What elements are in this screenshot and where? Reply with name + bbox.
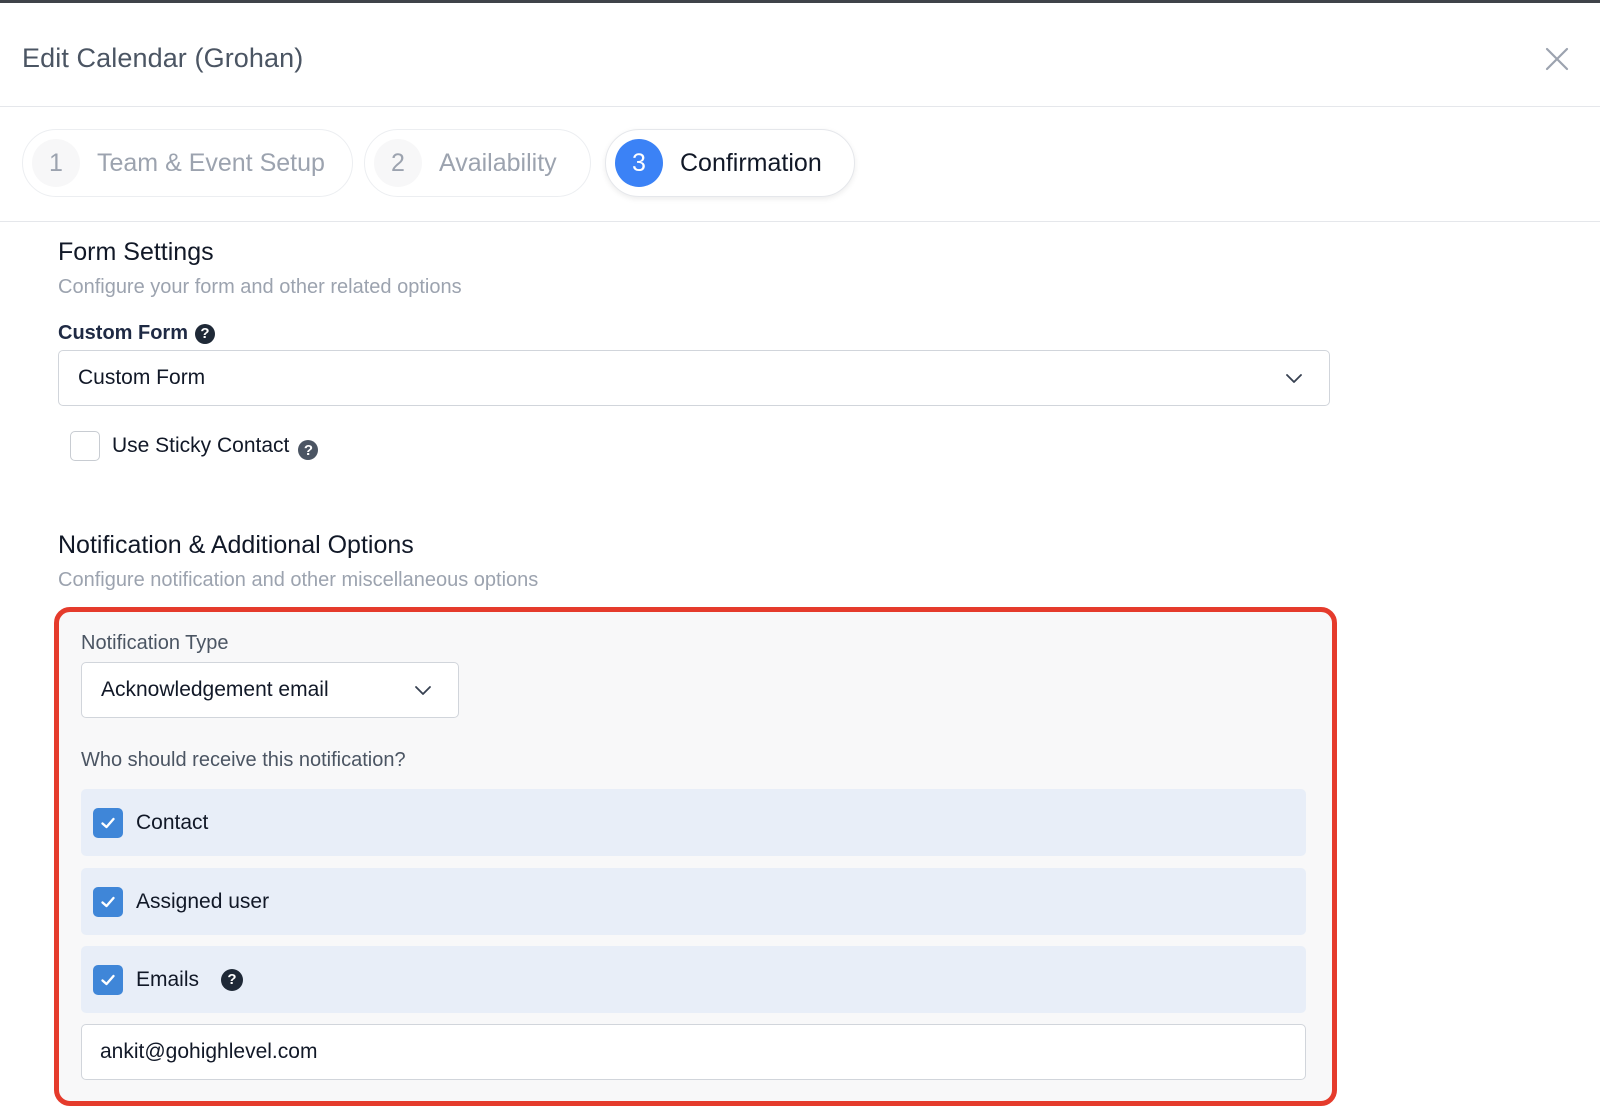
wizard-steps: 1 Team & Event Setup 2 Availability 3 Co… — [0, 108, 1600, 222]
check-icon — [101, 817, 115, 828]
checkbox-checked[interactable] — [93, 807, 123, 838]
sticky-contact-label: Use Sticky Contact — [112, 434, 290, 457]
modal-header: Edit Calendar (Grohan) — [0, 3, 1600, 107]
custom-form-label: Custom Form ? — [58, 322, 215, 345]
recipient-emails-row[interactable]: Emails ? — [81, 946, 1306, 1013]
notification-options-box: Notification Type Acknowledgement email … — [54, 607, 1337, 1106]
form-settings-subtitle: Configure your form and other related op… — [58, 276, 462, 298]
checkbox-checked[interactable] — [93, 964, 123, 995]
chevron-down-icon — [415, 686, 431, 695]
question-circle-icon[interactable]: ? — [298, 440, 319, 460]
recipient-label: Contact — [136, 810, 209, 834]
recipient-contact-row[interactable]: Contact — [81, 789, 1306, 856]
custom-form-select[interactable]: Custom Form — [58, 350, 1330, 406]
close-icon[interactable] — [1543, 45, 1571, 73]
step-availability[interactable]: 2 Availability — [364, 129, 591, 197]
notification-subtitle: Configure notification and other miscell… — [58, 569, 539, 591]
checkbox-checked[interactable] — [93, 886, 123, 917]
sticky-contact-checkbox[interactable] — [70, 431, 100, 461]
step-team-event-setup[interactable]: 1 Team & Event Setup — [22, 129, 353, 197]
notification-title: Notification & Additional Options — [58, 531, 414, 559]
modal-title: Edit Calendar (Grohan) — [22, 43, 304, 73]
custom-form-label-text: Custom Form — [58, 322, 188, 344]
recipient-assigned-user-row[interactable]: Assigned user — [81, 868, 1306, 935]
notification-type-value: Acknowledgement email — [101, 678, 329, 701]
step-confirmation[interactable]: 3 Confirmation — [605, 129, 855, 197]
chevron-down-icon — [1286, 374, 1302, 383]
recipients-label: Who should receive this notification? — [81, 749, 406, 771]
step-number: 1 — [32, 139, 80, 187]
question-circle-icon[interactable]: ? — [221, 968, 244, 991]
recipient-label: Emails — [136, 967, 200, 991]
question-circle-icon[interactable]: ? — [195, 323, 215, 344]
step-label: Availability — [439, 148, 557, 177]
recipient-label: Assigned user — [136, 889, 270, 913]
sticky-contact-option: Use Sticky Contact ? — [70, 431, 319, 461]
check-icon — [101, 974, 115, 985]
notification-type-select[interactable]: Acknowledgement email — [81, 662, 459, 718]
step-label: Team & Event Setup — [97, 148, 325, 177]
form-settings-title: Form Settings — [58, 238, 214, 266]
step-label: Confirmation — [680, 148, 822, 177]
step-number: 2 — [374, 139, 422, 187]
custom-form-select-value: Custom Form — [78, 366, 206, 389]
notification-type-label: Notification Type — [81, 632, 229, 654]
step-number: 3 — [615, 139, 663, 187]
emails-input[interactable] — [81, 1024, 1306, 1080]
check-icon — [101, 896, 115, 907]
